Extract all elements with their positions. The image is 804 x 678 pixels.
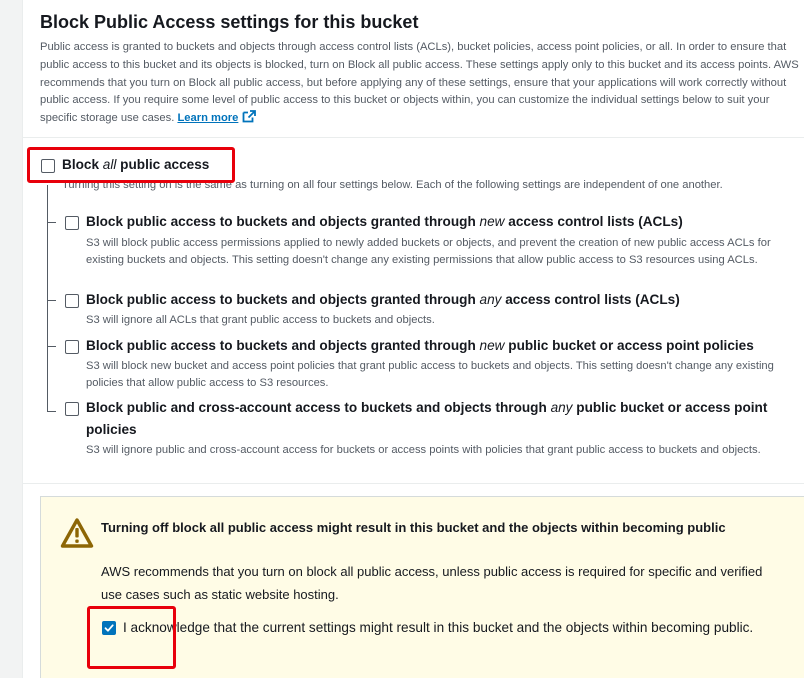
option-label-em: new: [479, 338, 505, 353]
tree-branch: [47, 222, 56, 223]
option-label-pre: Block public access to buckets and objec…: [86, 292, 480, 307]
section-title: Block Public Access settings for this bu…: [40, 12, 419, 32]
option-any-acl-label[interactable]: Block public access to buckets and objec…: [86, 292, 680, 307]
learn-more-link[interactable]: Learn more: [177, 112, 238, 124]
learn-more-label: Learn more: [177, 112, 239, 125]
option-any-policy-label-line2[interactable]: policies: [86, 422, 137, 437]
option-label-post: public bucket or access point policies: [504, 338, 754, 353]
option-new-policy-description: S3 will block new bucket and access poin…: [86, 360, 774, 389]
external-link-icon[interactable]: [242, 110, 257, 130]
option-new-acl-checkbox[interactable]: [65, 216, 79, 230]
highlight-box: [87, 606, 176, 669]
option-label-post: public bucket or access point: [572, 400, 768, 415]
option-label-pre: Block public access to buckets and objec…: [86, 338, 480, 353]
option-new-policy-checkbox[interactable]: [65, 340, 79, 354]
option-label-pre: Block public access to buckets and objec…: [86, 214, 480, 229]
tree-branch: [47, 300, 56, 301]
highlight-box: [27, 147, 235, 183]
option-label-em: any: [479, 292, 502, 307]
option-label-em: new: [479, 214, 505, 229]
tree-branch: [47, 411, 56, 412]
tree-connector: [47, 185, 48, 412]
warning-title: Turning off block all public access migh…: [101, 520, 726, 535]
option-any-acl-checkbox[interactable]: [65, 294, 79, 308]
option-new-acl-description: S3 will block public access permissions …: [86, 237, 771, 266]
option-label-em: any: [550, 400, 573, 415]
option-label-post: access control lists (ACLs): [504, 214, 683, 229]
option-any-acl-description: S3 will ignore all ACLs that grant publi…: [86, 314, 435, 326]
option-any-policy-checkbox[interactable]: [65, 402, 79, 416]
option-new-acl-label[interactable]: Block public access to buckets and objec…: [86, 214, 683, 229]
tree-branch: [47, 346, 56, 347]
option-any-policy-label[interactable]: Block public and cross-account access to…: [86, 400, 767, 415]
warning-triangle-icon: [60, 517, 94, 554]
option-label-post: access control lists (ACLs): [501, 292, 680, 307]
acknowledge-label[interactable]: I acknowledge that the current settings …: [123, 616, 773, 639]
divider: [22, 483, 804, 484]
option-new-policy-label[interactable]: Block public access to buckets and objec…: [86, 338, 754, 353]
warning-body: AWS recommends that you turn on block al…: [101, 564, 763, 602]
section-description: Public access is granted to buckets and …: [40, 39, 800, 130]
option-label-pre: Block public and cross-account access to…: [86, 400, 551, 415]
option-any-policy-description: S3 will ignore public and cross-account …: [86, 444, 761, 456]
description-text: Public access is granted to buckets and …: [40, 41, 799, 125]
divider: [22, 137, 804, 138]
